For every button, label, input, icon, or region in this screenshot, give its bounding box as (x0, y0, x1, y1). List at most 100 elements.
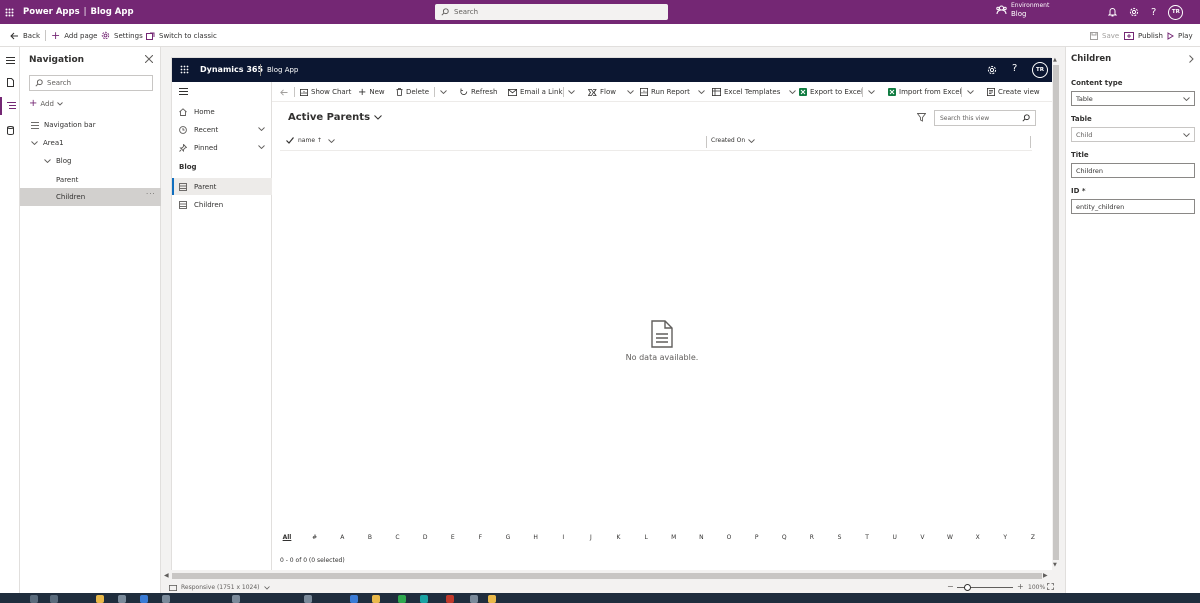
chevron-down-icon[interactable] (967, 82, 974, 102)
app-icon[interactable] (232, 595, 240, 603)
show-chart-button[interactable]: Show Chart (300, 82, 351, 102)
new-button[interactable]: + New (358, 82, 385, 102)
chevron-down-icon[interactable] (868, 82, 875, 102)
app-icon[interactable] (420, 595, 428, 603)
export-to-excel-button[interactable]: Export to Excel (799, 82, 863, 102)
database-icon[interactable] (0, 121, 20, 139)
alphabet-filter-item[interactable]: H (529, 534, 543, 548)
add-page-button[interactable]: + Add page (51, 24, 97, 47)
scroll-right-icon[interactable]: ▶ (1043, 572, 1048, 579)
delete-button[interactable]: Delete (396, 82, 429, 102)
app-launcher-icon[interactable] (0, 0, 18, 24)
zoom-slider[interactable] (957, 584, 1013, 591)
alphabet-filter-item[interactable]: V (915, 534, 929, 548)
app-icon[interactable] (398, 595, 406, 603)
alphabet-filter-item[interactable]: N (694, 534, 708, 548)
gear-icon[interactable] (987, 65, 997, 75)
navigation-tree-icon[interactable] (0, 97, 20, 115)
alphabet-filter-item[interactable]: A (335, 534, 349, 548)
scroll-left-icon[interactable]: ◀ (164, 572, 169, 579)
tree-item-children[interactable]: Children ··· (20, 188, 161, 206)
sitemap-item-parent[interactable]: Parent (172, 178, 272, 195)
sitemap-item-children[interactable]: Children (172, 196, 272, 213)
view-search-input[interactable]: Search this view (934, 110, 1036, 126)
chevron-right-icon[interactable] (1189, 55, 1194, 63)
app-icon[interactable] (304, 595, 312, 603)
alphabet-filter-item[interactable]: K (612, 534, 626, 548)
more-options-icon[interactable]: ··· (146, 190, 156, 198)
app-launcher-icon[interactable] (180, 65, 189, 74)
alphabet-filter-item[interactable]: D (418, 534, 432, 548)
pages-icon[interactable] (0, 73, 20, 91)
scroll-thumb[interactable] (172, 573, 1042, 579)
search-icon[interactable] (30, 595, 38, 603)
alphabet-filter-item[interactable]: All (280, 534, 294, 548)
app-icon[interactable] (488, 595, 496, 603)
alphabet-filter-item[interactable]: Y (998, 534, 1012, 548)
global-search-input[interactable]: Search (435, 4, 668, 20)
filter-icon[interactable] (917, 113, 926, 122)
alphabet-filter-item[interactable]: L (639, 534, 653, 548)
sitemap-home[interactable]: Home (172, 103, 272, 120)
flow-button[interactable]: Flow (588, 82, 634, 102)
save-button[interactable]: Save (1090, 24, 1119, 47)
scroll-up-icon[interactable]: ▲ (1053, 57, 1059, 63)
alphabet-filter-item[interactable]: R (805, 534, 819, 548)
alphabet-filter-item[interactable]: M (667, 534, 681, 548)
zoom-in-button[interactable]: + (1017, 582, 1024, 591)
sitemap-recent[interactable]: Recent (172, 121, 272, 138)
settings-button[interactable]: Settings (101, 24, 143, 47)
avatar[interactable]: TR (1032, 62, 1048, 78)
app-icon[interactable] (118, 595, 126, 603)
horizontal-scrollbar[interactable]: ◀ ▶ (163, 572, 1051, 580)
back-button[interactable]: Back (10, 24, 40, 47)
app-icon[interactable] (372, 595, 380, 603)
file-explorer-icon[interactable] (96, 595, 104, 603)
tree-item-parent[interactable]: Parent (20, 171, 161, 189)
avatar[interactable]: TR (1168, 4, 1184, 20)
help-icon[interactable]: ? (1151, 7, 1156, 18)
help-icon[interactable]: ? (1012, 63, 1017, 74)
device-size-selector[interactable]: Responsive (1751 x 1024) (169, 584, 270, 591)
alphabet-filter-item[interactable]: E (446, 534, 460, 548)
gear-icon[interactable] (1129, 7, 1139, 17)
add-button[interactable]: + Add (29, 98, 63, 109)
alphabet-filter-item[interactable]: J (584, 534, 598, 548)
task-view-icon[interactable] (50, 595, 58, 603)
environment-picker[interactable]: Environment Blog (996, 2, 1049, 18)
app-icon[interactable] (446, 595, 454, 603)
title-input[interactable]: Children (1071, 163, 1195, 178)
tree-item-blog[interactable]: Blog (20, 152, 161, 170)
alphabet-filter-item[interactable]: F (473, 534, 487, 548)
select-all-checkbox[interactable] (286, 137, 294, 144)
app-icon[interactable] (350, 595, 358, 603)
alphabet-filter-item[interactable]: X (971, 534, 985, 548)
scroll-thumb[interactable] (1053, 65, 1059, 560)
refresh-button[interactable]: Refresh (460, 82, 497, 102)
run-report-button[interactable]: Run Report (640, 82, 705, 102)
alphabet-filter-item[interactable]: W (943, 534, 957, 548)
hamburger-icon[interactable] (0, 51, 20, 69)
alphabet-filter-item[interactable]: Z (1026, 534, 1040, 548)
create-view-button[interactable]: Create view (987, 82, 1040, 102)
alphabet-filter-item[interactable]: Q (777, 534, 791, 548)
alphabet-filter-item[interactable]: S (833, 534, 847, 548)
alphabet-filter-item[interactable]: O (722, 534, 736, 548)
sitemap-pinned[interactable]: Pinned (172, 139, 272, 156)
chevron-down-icon[interactable] (440, 82, 447, 102)
hamburger-icon[interactable] (179, 88, 188, 95)
alphabet-filter-item[interactable]: T (860, 534, 874, 548)
alphabet-filter-item[interactable]: G (501, 534, 515, 548)
column-header-created-on[interactable]: Created On (711, 137, 756, 144)
arrow-left-icon[interactable] (280, 82, 288, 102)
import-from-excel-button[interactable]: Import from Excel (888, 82, 962, 102)
fit-to-screen-icon[interactable] (1047, 583, 1054, 590)
switch-to-classic-button[interactable]: Switch to classic (146, 24, 217, 47)
alphabet-filter-item[interactable]: P (750, 534, 764, 548)
column-header-name[interactable]: name ↑ (298, 137, 335, 144)
content-type-dropdown[interactable]: Table (1071, 91, 1195, 106)
app-icon[interactable] (470, 595, 478, 603)
alphabet-filter-item[interactable]: # (308, 534, 322, 548)
excel-templates-button[interactable]: Excel Templates (712, 82, 797, 102)
vertical-scrollbar[interactable]: ▲ ▼ (1052, 57, 1060, 570)
